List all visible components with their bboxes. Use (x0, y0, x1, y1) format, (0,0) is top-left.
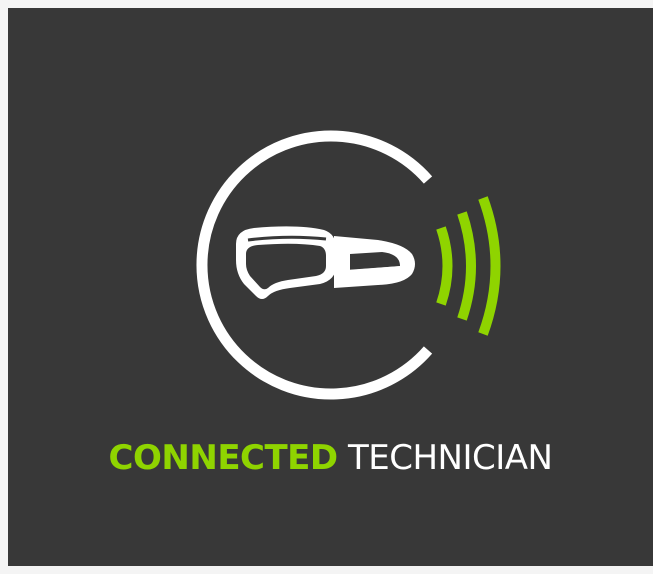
ar-headset-icon (236, 226, 415, 299)
signal-wave-middle (457, 211, 476, 321)
logo-panel: CONNECTED TECHNICIAN (8, 8, 653, 566)
logo-graphic (196, 130, 501, 400)
signal-wave-outer (478, 196, 501, 336)
brand-word-connected: CONNECTED (108, 438, 339, 478)
brand-word-technician: TECHNICIAN (347, 438, 553, 478)
brand-wordmark: CONNECTED TECHNICIAN (8, 438, 653, 478)
signal-wave-inner (436, 226, 453, 306)
signal-waves-icon (436, 196, 501, 336)
